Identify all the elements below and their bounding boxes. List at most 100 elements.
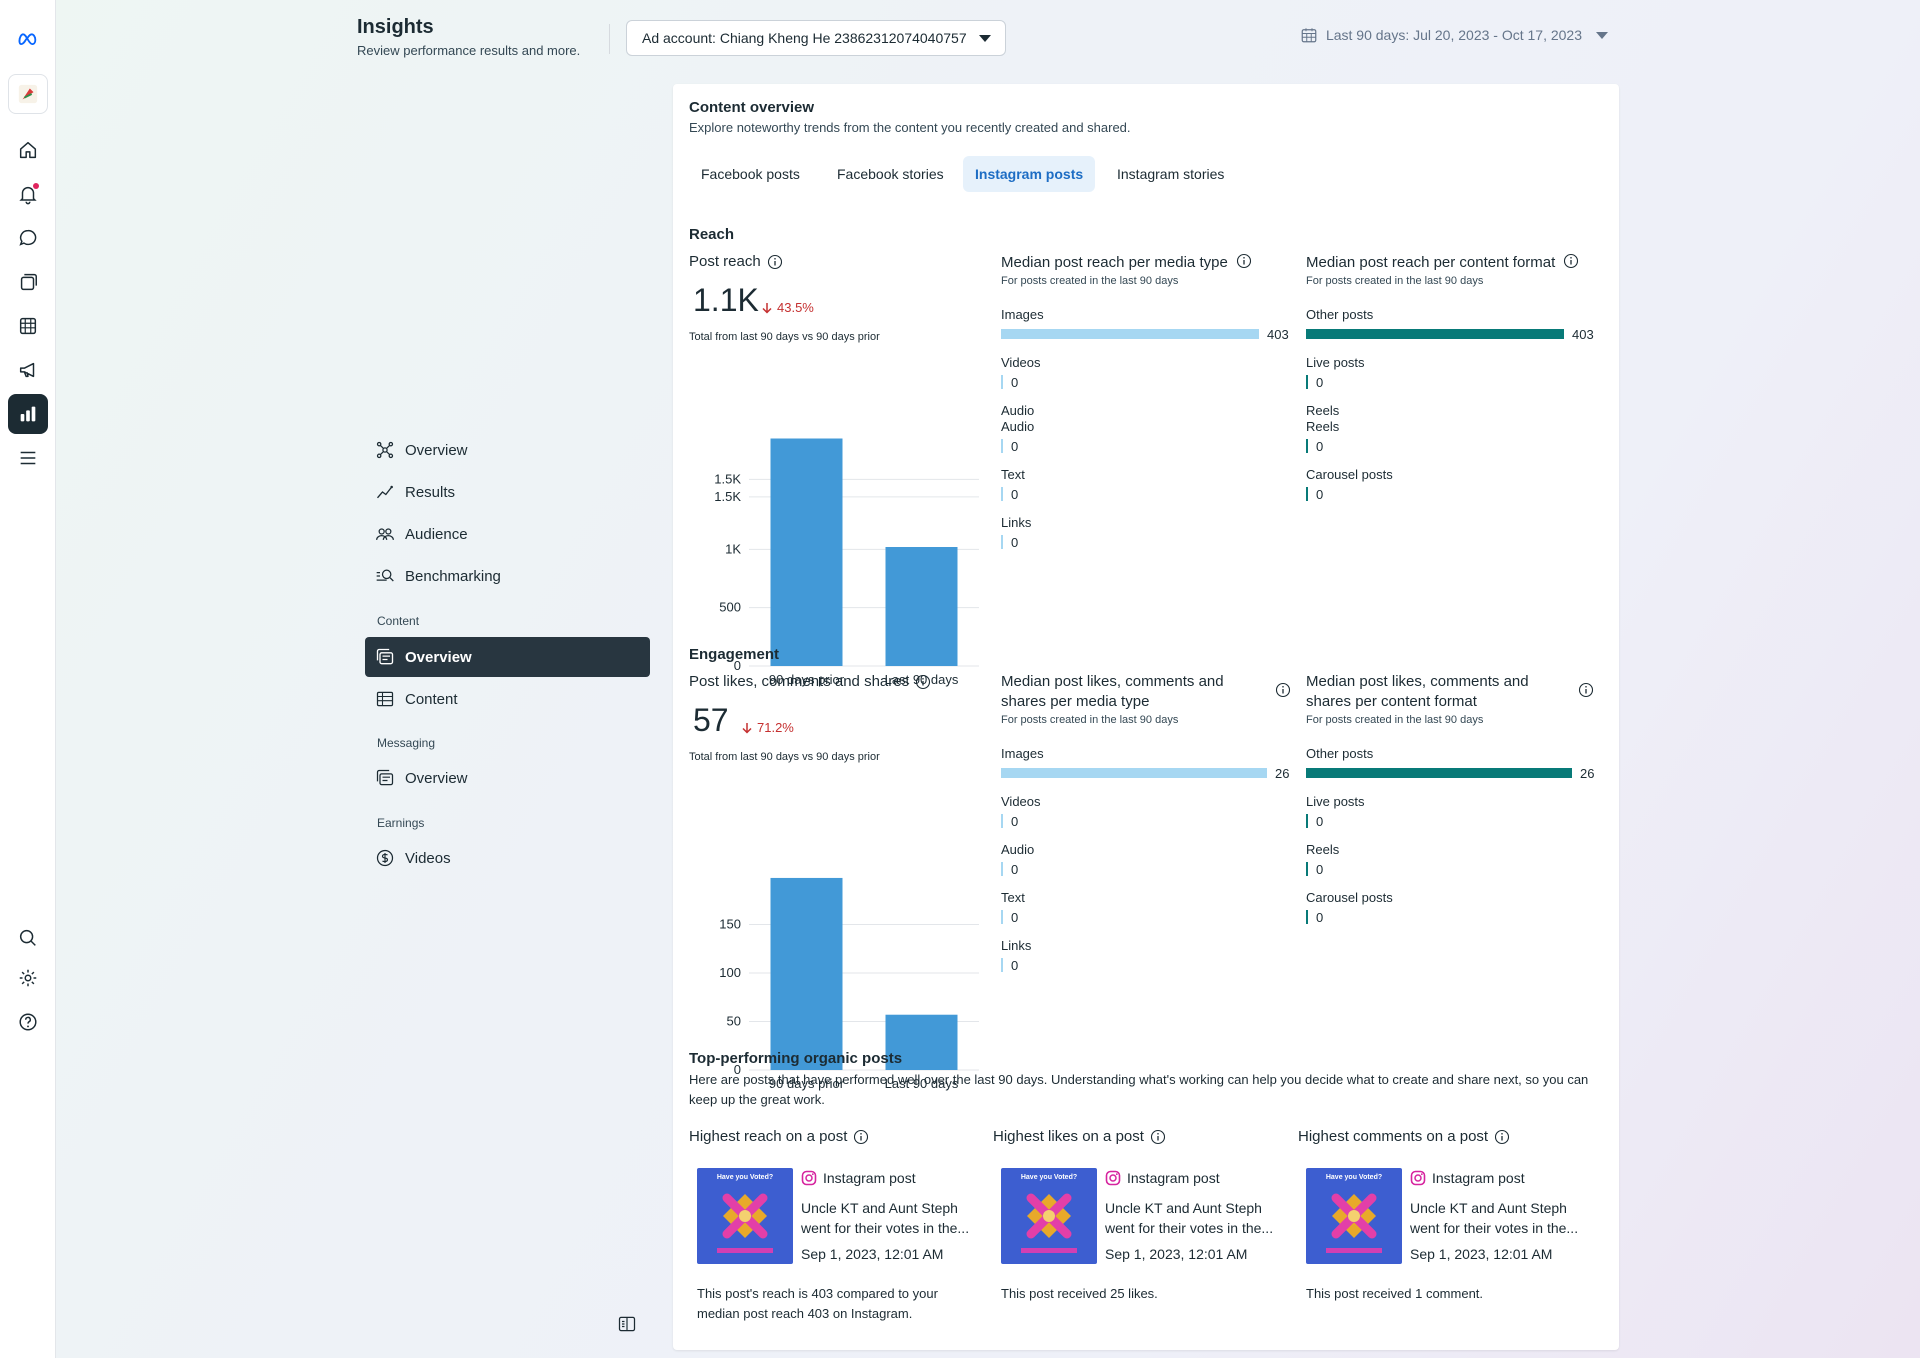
collapse-sidebar-icon[interactable] [617,1314,637,1334]
search-icon[interactable] [8,918,48,958]
ad-account-dropdown[interactable]: Ad account: Chiang Kheng He 238623120740… [626,20,1006,56]
breakdown-label: Audio [1001,842,1035,857]
info-icon[interactable] [1236,253,1252,269]
post-caption[interactable]: Uncle KT and Aunt Steph went for their v… [1105,1198,1280,1238]
breakdown-label: Text [1001,467,1025,482]
breakdown-value: 0 [1011,862,1019,877]
breakdown-bar[interactable] [1001,535,1003,549]
post-date: Sep 1, 2023, 12:01 AM [1105,1246,1248,1262]
y-tick-label: 1.5K [714,471,741,486]
breakdown-bar[interactable] [1001,487,1003,501]
breakdown-bar[interactable] [1306,814,1308,828]
bell-icon[interactable] [8,174,48,214]
y-tick-label: 100 [719,965,741,980]
post-type-label: Instagram post [823,1170,916,1186]
metric-label-text: Post likes, comments and shares [689,673,910,690]
date-range-picker[interactable]: Last 90 days: Jul 20, 2023 - Oct 17, 202… [1300,26,1608,44]
tab-facebook-stories[interactable]: Facebook stories [825,156,956,192]
breakdown-value: 0 [1011,910,1019,925]
breakdown-bar[interactable] [1001,862,1003,876]
breakdown-bar[interactable] [1001,910,1003,924]
bar[interactable] [770,438,843,667]
info-icon[interactable] [1150,1129,1166,1145]
breakdown-title-text: Median post reach per content format [1306,254,1556,271]
instagram-icon [1410,1170,1426,1186]
home-icon[interactable] [8,130,48,170]
breakdown-bar[interactable] [1306,768,1572,778]
account-avatar[interactable] [8,74,48,114]
info-icon[interactable] [1494,1129,1510,1145]
top-post-heading-text: Highest likes on a post [993,1128,1144,1145]
info-icon[interactable] [915,674,931,690]
y-tick-label: 50 [727,1014,741,1029]
breakdown-bar[interactable] [1306,439,1308,453]
breakdown-bar[interactable] [1306,329,1564,339]
breakdown-bar[interactable] [1306,862,1308,876]
breakdown-bar[interactable] [1001,958,1003,972]
caret-down-icon [1596,31,1608,39]
gear-icon[interactable] [8,958,48,998]
post-caption[interactable]: Uncle KT and Aunt Steph went for their v… [1410,1198,1585,1238]
table-icon[interactable] [8,306,48,346]
nav-messaging-overview[interactable]: Overview [365,758,650,798]
bar-chart-icon[interactable] [8,394,48,434]
network-icon [376,441,394,459]
breakdown-bar[interactable] [1001,439,1003,453]
nav-overview[interactable]: Overview [365,430,650,470]
chat-icon[interactable] [8,218,48,258]
breakdown-bar[interactable] [1001,329,1259,339]
engagement-label: Post likes, comments and shares [689,673,931,690]
tab-instagram-posts[interactable]: Instagram posts [963,156,1096,192]
arrow-down-icon [762,302,772,314]
nav-section-content: Content [377,614,420,628]
help-icon[interactable] [8,1002,48,1042]
breakdown-value: 0 [1316,814,1324,829]
post-thumbnail[interactable]: Have you Voted? [697,1168,793,1264]
info-icon[interactable] [767,254,783,270]
post-caption[interactable]: Uncle KT and Aunt Steph went for their v… [801,1198,976,1238]
breakdown-bar[interactable] [1306,375,1308,389]
bar[interactable] [770,877,843,1070]
nav-results[interactable]: Results [365,472,650,512]
post-reach-delta: 43.5% [761,300,814,315]
breakdown-label: Carousel posts [1306,890,1393,905]
top-posts-heading: Top-performing organic posts [689,1050,903,1067]
info-icon[interactable] [1275,682,1291,698]
breakdown-title-line: Median post likes, comments and [1306,673,1529,690]
post-date: Sep 1, 2023, 12:01 AM [801,1246,944,1262]
menu-icon[interactable] [8,438,48,478]
nav-content[interactable]: Content [365,679,650,719]
breakdown-value: 0 [1316,910,1324,925]
info-icon[interactable] [1563,253,1579,269]
info-icon[interactable] [1578,682,1594,698]
y-tick-label: 150 [719,917,741,932]
nav-content-overview[interactable]: Overview [365,637,650,677]
post-thumbnail[interactable]: Have you Voted? [1306,1168,1402,1264]
metric-label-text: Post reach [689,253,761,270]
breakdown-label: Other posts [1306,746,1374,761]
top-post-heading: Highest likes on a post [993,1128,1166,1145]
tab-instagram-stories[interactable]: Instagram stories [1105,156,1236,192]
bar[interactable] [885,547,958,666]
megaphone-icon[interactable] [8,350,48,390]
breakdown-bar[interactable] [1001,375,1003,389]
breakdown-bar[interactable] [1306,910,1308,924]
content-overview-icon [376,648,394,665]
breakdown-value: 0 [1316,862,1324,877]
breakdown-label: Live posts [1306,794,1365,809]
top-post-heading: Highest reach on a post [689,1128,869,1145]
breakdown-value: 0 [1011,487,1019,502]
nav-benchmarking[interactable]: Benchmarking [365,556,650,596]
pages-icon[interactable] [8,262,48,302]
tab-facebook-posts[interactable]: Facebook posts [689,156,812,192]
info-icon[interactable] [853,1129,869,1145]
nav-earnings-videos[interactable]: Videos [365,838,650,878]
breakdown-bar[interactable] [1306,487,1308,501]
post-summary: This post's reach is 403 compared to you… [697,1286,938,1321]
post-type: Instagram post [1105,1170,1220,1186]
breakdown-bar[interactable] [1001,814,1003,828]
nav-audience[interactable]: Audience [365,514,650,554]
meta-logo-icon[interactable] [8,18,48,58]
breakdown-bar[interactable] [1001,768,1267,778]
post-thumbnail[interactable]: Have you Voted? [1001,1168,1097,1264]
